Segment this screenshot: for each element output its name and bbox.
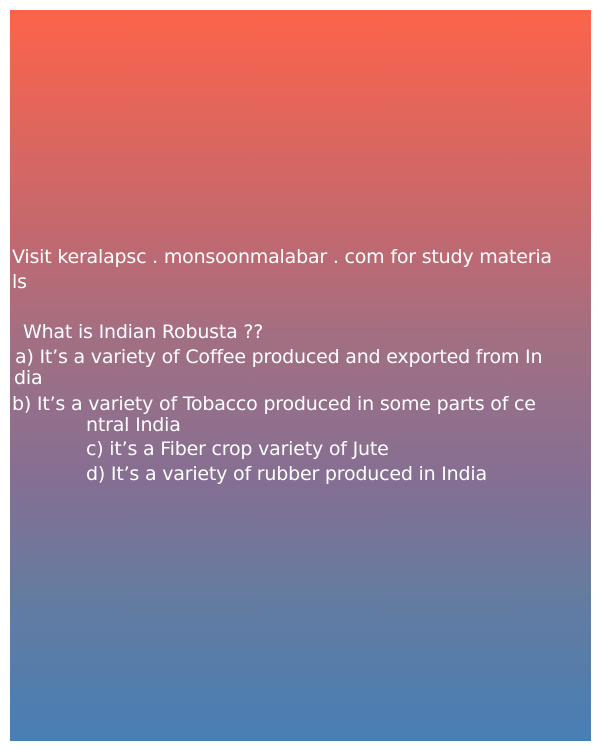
option-a-line1: a) It’s a variety of Coffee produced and… <box>15 346 543 368</box>
question-title: What is Indian Robusta ?? <box>23 321 264 343</box>
question-card: Visit keralapsc . monsoonmalabar . com f… <box>10 10 591 741</box>
option-b-line2: ntral India <box>86 414 181 436</box>
option-c: c) it’s a Fiber crop variety of Jute <box>86 438 389 460</box>
option-d: d) It’s a variety of rubber produced in … <box>86 463 487 485</box>
option-b-line1: b) It’s a variety of Tobacco produced in… <box>12 393 536 415</box>
promo-text-line2: ls <box>12 271 27 293</box>
option-a-line2: dia <box>14 367 43 389</box>
promo-text-line1: Visit keralapsc . monsoonmalabar . com f… <box>12 246 552 268</box>
